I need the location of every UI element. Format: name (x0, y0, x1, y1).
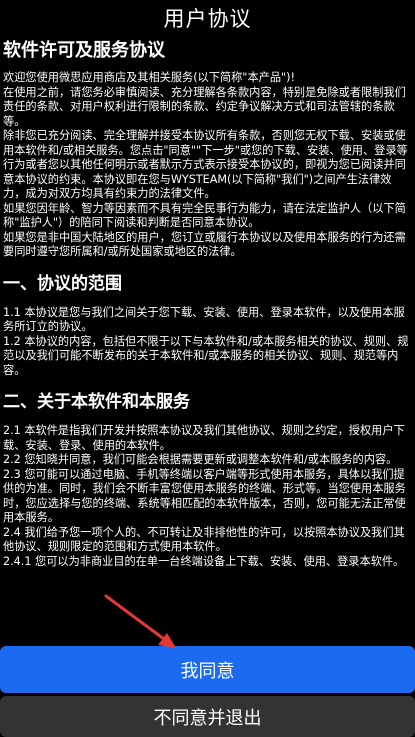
section-1-para-2: 1.2 本协议的内容，包括但不限于以下与本软件和/或本服务相关的协议、规则、规范… (3, 334, 409, 377)
section-1-title: 一、协议的范围 (3, 273, 122, 294)
section-2-para-5: 2.4.1 您可以为非商业目的在单一台终端设备上下载、安装、使用、登录本软件。 (3, 554, 405, 568)
section-2-para-3: 2.3 您可能可以通过电脑、手机等终端以客户端等形式使用本服务，具体以我们提供的… (3, 467, 406, 525)
intro-para-1: 欢迎您使用微思应用商店及其相关服务(以下简称"本产品")! (3, 71, 296, 84)
section-2-para-4: 2.4 我们给予您一项个人的、不可转让及非排他性的许可，以按照本协议及我们其他协… (3, 525, 405, 554)
section-2-title: 二、关于本软件和本服务 (3, 392, 190, 412)
intro-para-2: 在使用之前，请您务必审慎阅读、充分理解各条款内容，特别是免除或者限制我们责任的条… (3, 85, 406, 128)
section-2-para-1: 2.1 本软件是指我们开发并按照本协议及我们其他协议、规则之约定，授权用户下载、… (3, 424, 405, 452)
page-title: 用户协议 (163, 7, 252, 31)
intro-para-5: 如果您是非中国大陆地区的用户，您订立或履行本协议以及使用本服务的行为还需要同时遵… (3, 230, 406, 259)
section-2-para-2: 2.2 您知晓并同意，我们可能会根据需要更新或调整本软件和/或本服务的内容。 (3, 453, 398, 466)
intro-para-4: 如果您因年龄、智力等因素而不具有完全民事行为能力，请在法定监护人（以下简称"监护… (3, 201, 406, 230)
title-bar: 用户协议 (0, 0, 415, 36)
agreement-scroll-area[interactable]: 软件许可及服务协议 欢迎您使用微思应用商店及其相关服务(以下简称"本产品")! … (3, 37, 411, 635)
intro-para-3: 除非您已充分阅读、完全理解并接受本协议所有条款，否则您无权下载、安装或使用本软件… (3, 129, 408, 200)
decline-exit-button[interactable]: 不同意并退出 (0, 696, 415, 737)
agreement-heading: 软件许可及服务协议 (3, 40, 165, 61)
agree-button[interactable]: 我同意 (0, 646, 415, 693)
section-1-para-1: 1.1 本协议是您与我们之间关于您下载、安装、使用、登录本软件，以及使用本服务所… (3, 305, 405, 334)
